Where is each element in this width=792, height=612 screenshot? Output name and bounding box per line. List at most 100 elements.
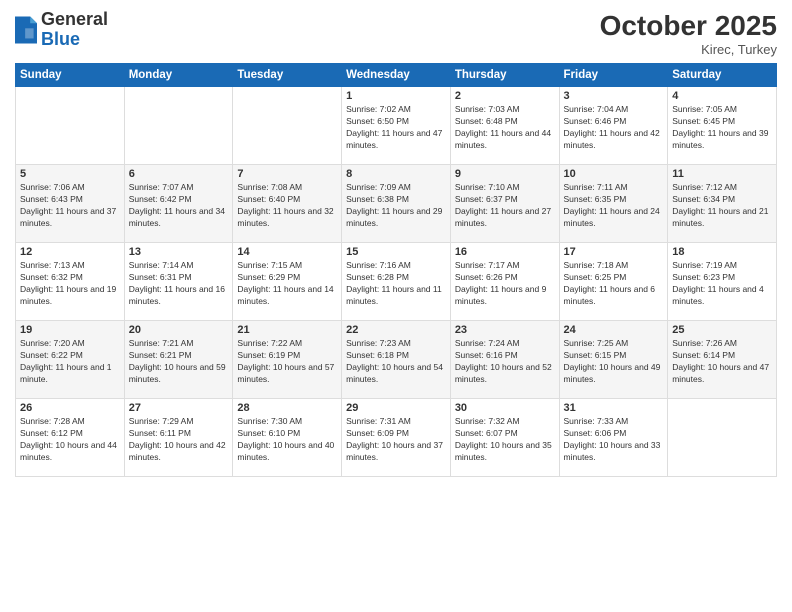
- day-number: 3: [564, 90, 664, 102]
- day-info: Sunrise: 7:19 AMSunset: 6:23 PMDaylight:…: [672, 260, 772, 308]
- day-info: Sunrise: 7:06 AMSunset: 6:43 PMDaylight:…: [20, 182, 120, 230]
- day-number: 4: [672, 90, 772, 102]
- col-tuesday: Tuesday: [233, 64, 342, 87]
- day-number: 25: [672, 324, 772, 336]
- day-number: 13: [129, 246, 229, 258]
- week-row-4: 19Sunrise: 7:20 AMSunset: 6:22 PMDayligh…: [16, 321, 777, 399]
- location: Kirec, Turkey: [600, 42, 777, 57]
- day-number: 10: [564, 168, 664, 180]
- day-number: 1: [346, 90, 446, 102]
- day-number: 16: [455, 246, 555, 258]
- logo-blue: Blue: [41, 30, 108, 50]
- day-info: Sunrise: 7:15 AMSunset: 6:29 PMDaylight:…: [237, 260, 337, 308]
- day-cell: 30 Sunrise: 7:32 AMSunset: 6:07 PMDayligh…: [450, 399, 559, 477]
- day-number: 29: [346, 402, 446, 414]
- day-info: Sunrise: 7:02 AMSunset: 6:50 PMDaylight:…: [346, 104, 446, 152]
- day-cell: 1 Sunrise: 7:02 AMSunset: 6:50 PMDaylight…: [342, 87, 451, 165]
- day-cell: 26 Sunrise: 7:28 AMSunset: 6:12 PMDayligh…: [16, 399, 125, 477]
- day-number: 22: [346, 324, 446, 336]
- col-thursday: Thursday: [450, 64, 559, 87]
- day-number: 14: [237, 246, 337, 258]
- day-number: 17: [564, 246, 664, 258]
- day-info: Sunrise: 7:17 AMSunset: 6:26 PMDaylight:…: [455, 260, 555, 308]
- col-wednesday: Wednesday: [342, 64, 451, 87]
- day-cell: 11 Sunrise: 7:12 AMSunset: 6:34 PMDayligh…: [668, 165, 777, 243]
- day-cell: 16 Sunrise: 7:17 AMSunset: 6:26 PMDayligh…: [450, 243, 559, 321]
- col-friday: Friday: [559, 64, 668, 87]
- day-cell: 8Sunrise: 7:09 AMSunset: 6:38 PMDaylight…: [342, 165, 451, 243]
- day-number: 6: [129, 168, 229, 180]
- day-cell: 18Sunrise: 7:19 AMSunset: 6:23 PMDayligh…: [668, 243, 777, 321]
- day-cell: 4Sunrise: 7:05 AMSunset: 6:45 PMDaylight…: [668, 87, 777, 165]
- day-number: 20: [129, 324, 229, 336]
- calendar-header: Sunday Monday Tuesday Wednesday Thursday…: [16, 64, 777, 87]
- day-info: Sunrise: 7:32 AMSunset: 6:07 PMDaylight:…: [455, 416, 555, 464]
- day-info: Sunrise: 7:28 AMSunset: 6:12 PMDaylight:…: [20, 416, 120, 464]
- day-info: Sunrise: 7:18 AMSunset: 6:25 PMDaylight:…: [564, 260, 664, 308]
- day-cell: 7Sunrise: 7:08 AMSunset: 6:40 PMDaylight…: [233, 165, 342, 243]
- day-cell: 2 Sunrise: 7:03 AMSunset: 6:48 PMDaylight…: [450, 87, 559, 165]
- day-cell: 13 Sunrise: 7:14 AMSunset: 6:31 PMDayligh…: [124, 243, 233, 321]
- day-number: 23: [455, 324, 555, 336]
- day-info: Sunrise: 7:13 AMSunset: 6:32 PMDaylight:…: [20, 260, 120, 308]
- day-info: Sunrise: 7:31 AMSunset: 6:09 PMDaylight:…: [346, 416, 446, 464]
- page: General Blue October 2025 Kirec, Turkey …: [0, 0, 792, 612]
- logo-text: General Blue: [41, 10, 108, 50]
- day-cell: 28 Sunrise: 7:30 AMSunset: 6:10 PMDayligh…: [233, 399, 342, 477]
- day-number: 21: [237, 324, 337, 336]
- day-cell: 15 Sunrise: 7:16 AMSunset: 6:28 PMDayligh…: [342, 243, 451, 321]
- day-info: Sunrise: 7:11 AMSunset: 6:35 PMDaylight:…: [564, 182, 664, 230]
- day-info: Sunrise: 7:24 AMSunset: 6:16 PMDaylight:…: [455, 338, 555, 386]
- day-number: 31: [564, 402, 664, 414]
- day-cell: 24Sunrise: 7:25 AMSunset: 6:15 PMDayligh…: [559, 321, 668, 399]
- col-saturday: Saturday: [668, 64, 777, 87]
- day-info: Sunrise: 7:07 AMSunset: 6:42 PMDaylight:…: [129, 182, 229, 230]
- calendar-table: Sunday Monday Tuesday Wednesday Thursday…: [15, 63, 777, 477]
- day-number: 5: [20, 168, 120, 180]
- day-cell: 6 Sunrise: 7:07 AMSunset: 6:42 PMDaylight…: [124, 165, 233, 243]
- day-cell: 20Sunrise: 7:21 AMSunset: 6:21 PMDayligh…: [124, 321, 233, 399]
- week-row-3: 12 Sunrise: 7:13 AMSunset: 6:32 PMDayligh…: [16, 243, 777, 321]
- day-cell: [124, 87, 233, 165]
- day-number: 15: [346, 246, 446, 258]
- day-cell: 21 Sunrise: 7:22 AMSunset: 6:19 PMDayligh…: [233, 321, 342, 399]
- day-cell: 29 Sunrise: 7:31 AMSunset: 6:09 PMDayligh…: [342, 399, 451, 477]
- day-info: Sunrise: 7:12 AMSunset: 6:34 PMDaylight:…: [672, 182, 772, 230]
- day-info: Sunrise: 7:33 AMSunset: 6:06 PMDaylight:…: [564, 416, 664, 464]
- day-info: Sunrise: 7:22 AMSunset: 6:19 PMDaylight:…: [237, 338, 337, 386]
- day-cell: 31 Sunrise: 7:33 AMSunset: 6:06 PMDayligh…: [559, 399, 668, 477]
- day-info: Sunrise: 7:03 AMSunset: 6:48 PMDaylight:…: [455, 104, 555, 152]
- day-cell: 23 Sunrise: 7:24 AMSunset: 6:16 PMDayligh…: [450, 321, 559, 399]
- day-info: Sunrise: 7:30 AMSunset: 6:10 PMDaylight:…: [237, 416, 337, 464]
- day-cell: [233, 87, 342, 165]
- day-header-row: Sunday Monday Tuesday Wednesday Thursday…: [16, 64, 777, 87]
- week-row-5: 26 Sunrise: 7:28 AMSunset: 6:12 PMDayligh…: [16, 399, 777, 477]
- day-cell: 12 Sunrise: 7:13 AMSunset: 6:32 PMDayligh…: [16, 243, 125, 321]
- day-info: Sunrise: 7:26 AMSunset: 6:14 PMDaylight:…: [672, 338, 772, 386]
- calendar-body: 1 Sunrise: 7:02 AMSunset: 6:50 PMDaylight…: [16, 87, 777, 477]
- title-area: October 2025 Kirec, Turkey: [600, 10, 777, 57]
- day-cell: 9Sunrise: 7:10 AMSunset: 6:37 PMDaylight…: [450, 165, 559, 243]
- day-info: Sunrise: 7:16 AMSunset: 6:28 PMDaylight:…: [346, 260, 446, 308]
- day-cell: 17 Sunrise: 7:18 AMSunset: 6:25 PMDayligh…: [559, 243, 668, 321]
- header: General Blue October 2025 Kirec, Turkey: [15, 10, 777, 57]
- col-monday: Monday: [124, 64, 233, 87]
- day-cell: 27Sunrise: 7:29 AMSunset: 6:11 PMDayligh…: [124, 399, 233, 477]
- day-info: Sunrise: 7:08 AMSunset: 6:40 PMDaylight:…: [237, 182, 337, 230]
- day-number: 11: [672, 168, 772, 180]
- day-info: Sunrise: 7:14 AMSunset: 6:31 PMDaylight:…: [129, 260, 229, 308]
- day-number: 26: [20, 402, 120, 414]
- day-number: 24: [564, 324, 664, 336]
- day-cell: 19Sunrise: 7:20 AMSunset: 6:22 PMDayligh…: [16, 321, 125, 399]
- col-sunday: Sunday: [16, 64, 125, 87]
- day-number: 30: [455, 402, 555, 414]
- week-row-1: 1 Sunrise: 7:02 AMSunset: 6:50 PMDaylight…: [16, 87, 777, 165]
- day-number: 2: [455, 90, 555, 102]
- month-title: October 2025: [600, 10, 777, 42]
- day-info: Sunrise: 7:09 AMSunset: 6:38 PMDaylight:…: [346, 182, 446, 230]
- day-number: 12: [20, 246, 120, 258]
- day-number: 28: [237, 402, 337, 414]
- day-cell: 5 Sunrise: 7:06 AMSunset: 6:43 PMDaylight…: [16, 165, 125, 243]
- day-number: 9: [455, 168, 555, 180]
- day-number: 19: [20, 324, 120, 336]
